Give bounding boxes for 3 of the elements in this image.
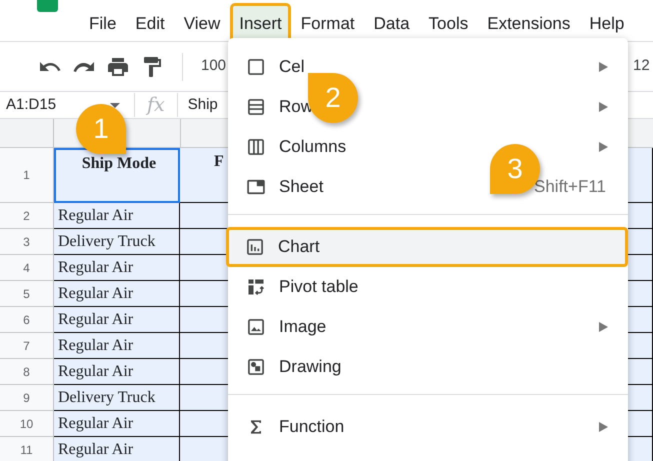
function-label: fx bbox=[134, 93, 178, 117]
step-number-tooltip: 1 bbox=[76, 104, 126, 154]
shortcut-text: Shift+F11 bbox=[534, 176, 606, 198]
